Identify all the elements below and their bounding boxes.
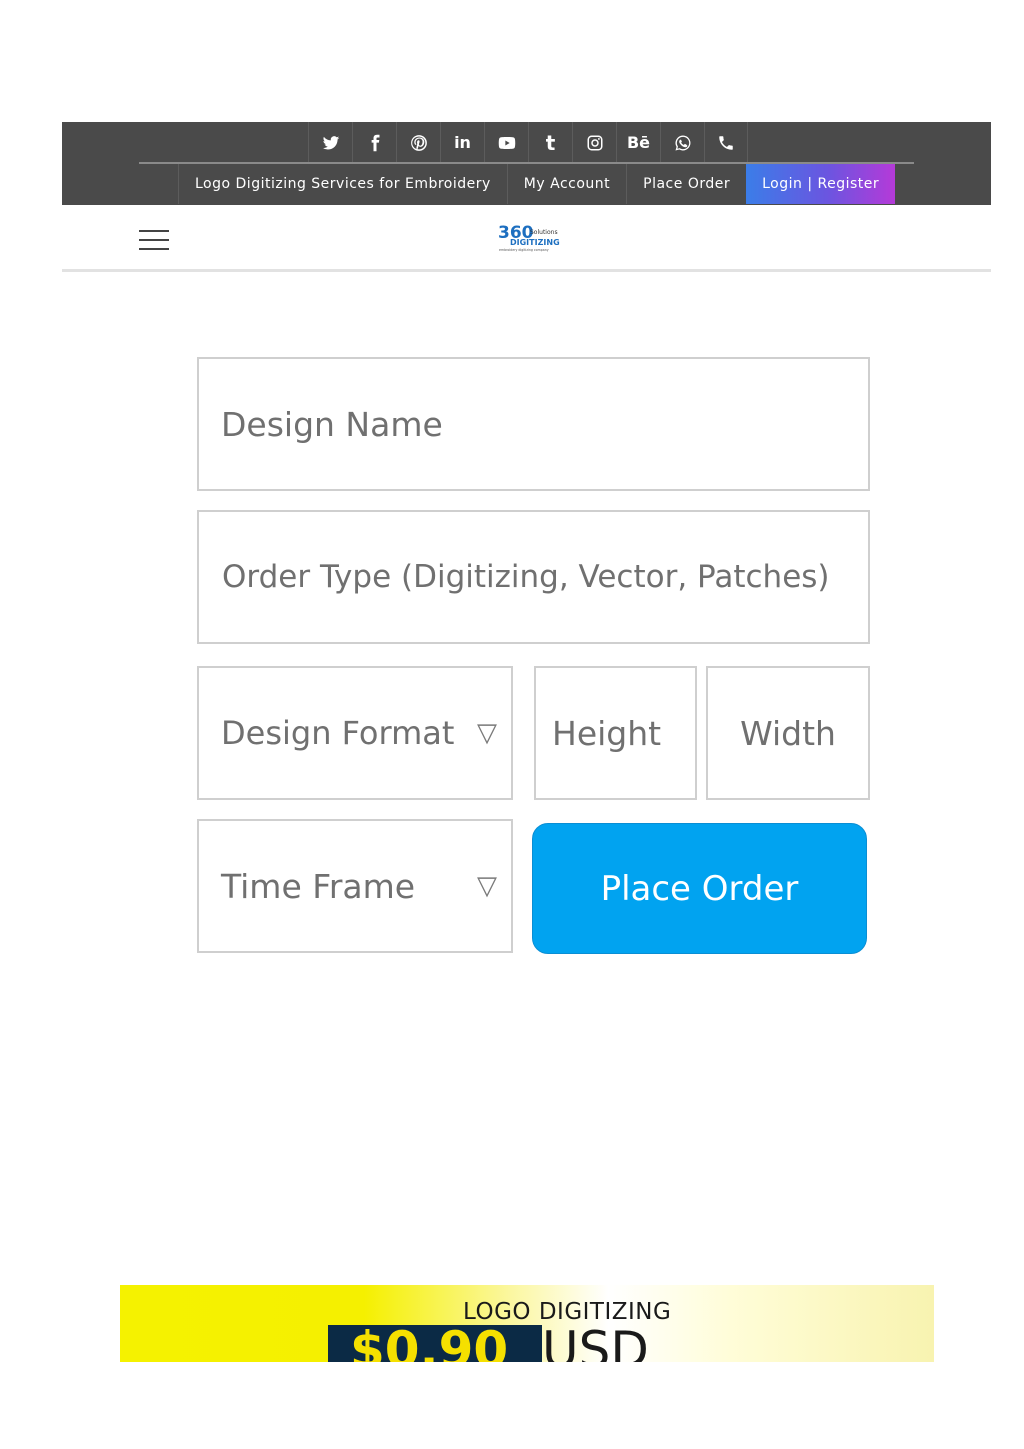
whatsapp-icon[interactable] — [660, 122, 704, 163]
logo-sub: Solutions — [530, 229, 558, 236]
chevron-down-icon: ▽ — [477, 718, 497, 748]
time-frame-placeholder: Time Frame — [221, 866, 416, 906]
login-register-button[interactable]: Login | Register — [746, 164, 896, 204]
design-name-placeholder: Design Name — [221, 404, 443, 444]
site-logo[interactable]: 360 Solutions DIGITIZING embroidery digi… — [496, 221, 560, 253]
design-format-select[interactable]: Design Format ▽ — [197, 666, 513, 800]
banner-price: $0.90 — [350, 1321, 509, 1362]
design-name-field[interactable]: Design Name — [197, 357, 870, 491]
nav-place-order-link[interactable]: Place Order — [626, 164, 746, 204]
nav-my-account-link[interactable]: My Account — [506, 164, 626, 204]
logo-tagline: embroidery digitizing company — [499, 248, 549, 252]
facebook-icon[interactable] — [352, 122, 396, 163]
youtube-icon[interactable] — [484, 122, 528, 163]
width-placeholder: Width — [740, 713, 836, 753]
behance-icon-glyph: Bē — [626, 133, 651, 152]
social-links: in t Bē — [308, 122, 748, 163]
logo-brand: DIGITIZING — [510, 238, 560, 247]
time-frame-select[interactable]: Time Frame ▽ — [197, 819, 513, 953]
phone-icon[interactable] — [704, 122, 748, 163]
behance-icon[interactable]: Bē — [616, 122, 660, 163]
tumblr-icon[interactable]: t — [528, 122, 572, 163]
pinterest-icon[interactable] — [396, 122, 440, 163]
top-nav: Logo Digitizing Services for Embroidery … — [178, 164, 896, 204]
place-order-button[interactable]: Place Order — [532, 823, 867, 954]
twitter-icon[interactable] — [308, 122, 352, 163]
hamburger-menu-icon[interactable] — [139, 230, 169, 250]
place-order-label: Place Order — [600, 868, 799, 909]
tumblr-icon-glyph: t — [545, 130, 556, 155]
linkedin-icon[interactable]: in — [440, 122, 484, 163]
height-field[interactable]: Height — [534, 666, 697, 800]
top-bar: in t Bē Logo Digitizing Services for Emb… — [62, 122, 991, 205]
nav-services-link[interactable]: Logo Digitizing Services for Embroidery — [178, 164, 507, 204]
height-placeholder: Height — [552, 713, 662, 753]
order-type-placeholder: Order Type (Digitizing, Vector, Patches) — [222, 559, 830, 595]
order-type-field[interactable]: Order Type (Digitizing, Vector, Patches) — [197, 510, 870, 644]
design-format-placeholder: Design Format — [221, 714, 455, 752]
site-header: 360 Solutions DIGITIZING embroidery digi… — [62, 205, 991, 272]
width-field[interactable]: Width — [706, 666, 870, 800]
chevron-down-icon: ▽ — [477, 871, 497, 901]
linkedin-icon-glyph: in — [454, 133, 471, 152]
instagram-icon[interactable] — [572, 122, 616, 163]
banner-currency: USD — [542, 1321, 649, 1362]
promo-banner[interactable]: LOGO DIGITIZING $0.90 USD — [120, 1285, 934, 1362]
